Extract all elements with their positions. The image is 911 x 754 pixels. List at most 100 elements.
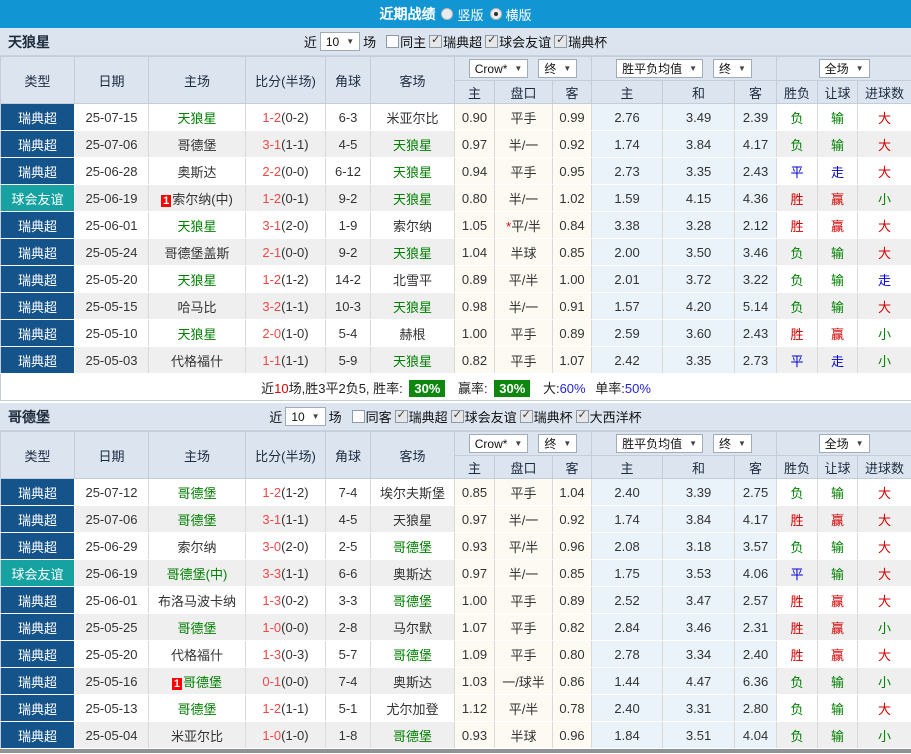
subcol-odds-home: 主 xyxy=(454,455,495,479)
chevron-down-icon: ▼ xyxy=(855,439,864,448)
halftime-score: (0-0) xyxy=(281,244,309,260)
fulltime-score: 0-1 xyxy=(262,673,282,689)
halftime-score: (1-1) xyxy=(281,352,309,368)
checkbox-checked-icon[interactable] xyxy=(394,409,408,423)
home-team-name: 代格福什 xyxy=(170,353,223,369)
mean-draw-cell: 3.50 xyxy=(662,238,736,266)
same-venue-checkbox[interactable]: 同客 xyxy=(351,407,392,426)
rank-badge: 1 xyxy=(161,194,172,207)
fullmatch-select[interactable]: 全场 ▼ xyxy=(818,59,870,78)
home-team-cell: 米亚尔比 xyxy=(148,721,246,749)
checkbox-checked-icon[interactable] xyxy=(450,409,464,423)
away-team-name: 哥德堡 xyxy=(392,539,432,555)
date-cell: 25-06-19 xyxy=(74,184,149,212)
competition-checkbox[interactable]: 球会友谊 xyxy=(450,407,517,426)
handicap-result-cell: 赢 xyxy=(817,211,859,239)
odds-away-cell: 0.89 xyxy=(552,319,593,347)
handicap-result-cell: 输 xyxy=(817,238,859,266)
checkbox-checked-icon[interactable] xyxy=(429,34,443,48)
odds-home-cell: 1.07 xyxy=(454,613,495,641)
corner-cell: 1-8 xyxy=(325,721,371,749)
score-cell: 3-0(2-0) xyxy=(245,532,326,560)
competition-checkbox[interactable]: 瑞典杯 xyxy=(554,32,607,51)
checkbox-checked-icon[interactable] xyxy=(554,34,568,48)
home-team-name: 米亚尔比 xyxy=(170,728,223,744)
games-count-select[interactable]: 10 ▼ xyxy=(285,407,326,426)
competition-cell: 瑞典超 xyxy=(0,586,75,614)
competition-checkbox[interactable]: 球会友谊 xyxy=(485,32,551,51)
odds-away-cell: 0.89 xyxy=(552,586,593,614)
summary-row: 近10场,胜3平2负5, 胜率: 30% 赢率: 30% 大:60% 单率:50… xyxy=(0,373,911,401)
mean-select[interactable]: 胜平负均值 ▼ xyxy=(616,59,704,78)
match-row: 瑞典超 25-06-01 布洛马波卡纳 1-3(0-2) 3-3 哥德堡 1.00 平手 0.8… xyxy=(0,586,911,614)
checkbox-checked-icon[interactable] xyxy=(519,409,533,423)
handicap-cell: 半球 xyxy=(494,238,553,266)
corner-cell: 2-8 xyxy=(325,613,371,641)
score-cell: 3-2(1-1) xyxy=(245,292,326,320)
date-cell: 25-07-06 xyxy=(74,505,149,533)
home-team-cell: 哥德堡 xyxy=(148,505,246,533)
corner-cell: 5-4 xyxy=(325,319,371,347)
goals-result-cell: 大 xyxy=(857,532,911,560)
competition-checkbox[interactable]: 瑞典超 xyxy=(394,407,448,426)
fullmatch-select[interactable]: 全场 ▼ xyxy=(818,434,870,453)
competition-checkbox-label: 瑞典杯 xyxy=(568,35,608,50)
checkbox-icon[interactable] xyxy=(386,35,400,48)
games-count-select[interactable]: 10 ▼ xyxy=(319,32,361,51)
goals-result-cell: 大 xyxy=(857,292,911,320)
same-venue-checkbox[interactable]: 同主 xyxy=(386,32,426,51)
mean-final-select[interactable]: 终 ▼ xyxy=(713,434,752,453)
handicap-result-cell: 输 xyxy=(817,130,859,158)
handicap-cell: 平手 xyxy=(494,319,553,347)
odds-home-cell: 1.03 xyxy=(454,667,495,695)
handicap-result-cell: 走 xyxy=(817,346,859,374)
win-rate-badge: 30% xyxy=(409,379,446,397)
score-cell: 1-0(0-0) xyxy=(245,613,326,641)
away-team-name: 哥德堡 xyxy=(392,728,432,744)
rank-badge: 1 xyxy=(171,677,183,690)
competition-checkbox[interactable]: 大西洋杯 xyxy=(575,407,642,426)
odds-final-select[interactable]: 终 ▼ xyxy=(538,434,578,453)
outcome-result-cell: 胜 xyxy=(776,184,819,212)
odds-away-cell: 1.04 xyxy=(552,478,593,506)
mean-select[interactable]: 胜平负均值 ▼ xyxy=(616,434,704,453)
away-team-cell: 索尔纳 xyxy=(370,211,455,239)
odds-home-cell: 0.80 xyxy=(454,184,495,212)
handicap-result-cell: 走 xyxy=(817,157,859,185)
fullmatch-value: 全场 xyxy=(824,437,849,451)
subcol-handicap-result: 让球 xyxy=(817,80,859,104)
competition-checkbox[interactable]: 瑞典杯 xyxy=(519,407,573,426)
halftime-score: (1-1) xyxy=(281,700,309,716)
odds-company-select[interactable]: Crow* ▼ xyxy=(468,434,529,453)
competition-cell: 瑞典超 xyxy=(0,478,75,506)
games-label: 场 xyxy=(328,410,342,425)
odds-company-select[interactable]: Crow* ▼ xyxy=(468,59,529,78)
handicap-cell: 半/一 xyxy=(494,130,553,158)
match-row: 瑞典超 25-05-24 哥德堡盖斯 2-1(0-0) 9-2 天狼星 1.04 半球 0.85… xyxy=(0,238,911,266)
checkbox-checked-icon[interactable] xyxy=(485,34,499,48)
checkbox-checked-icon[interactable] xyxy=(575,409,589,423)
competition-checkbox[interactable]: 瑞典超 xyxy=(429,32,482,51)
col-home: 主场 xyxy=(148,56,246,104)
checkbox-icon[interactable] xyxy=(351,410,365,423)
radio-unselected-icon[interactable] xyxy=(441,8,454,20)
handicap-rate-label: 赢率: xyxy=(458,380,488,396)
goals-result-cell: 大 xyxy=(857,478,911,506)
odds-home-cell: 0.90 xyxy=(454,103,495,131)
mean-draw-cell: 3.84 xyxy=(662,130,736,158)
home-team-name: 天狼星 xyxy=(177,326,217,342)
radio-selected-icon[interactable] xyxy=(489,8,502,20)
odds-final-select[interactable]: 终 ▼ xyxy=(538,59,578,78)
score-cell: 3-1(1-1) xyxy=(245,130,326,158)
mean-final-select[interactable]: 终 ▼ xyxy=(713,59,752,78)
mean-draw-cell: 3.46 xyxy=(662,613,736,641)
goals-result-cell: 小 xyxy=(857,667,911,695)
star-mark: * xyxy=(506,218,512,234)
layout-radio-vertical[interactable]: 竖版 xyxy=(441,5,484,24)
layout-radio-horizontal[interactable]: 横版 xyxy=(489,5,532,24)
handicap-result-cell: 赢 xyxy=(817,640,859,668)
outcome-result-cell: 负 xyxy=(776,694,819,722)
date-cell: 25-06-29 xyxy=(74,532,149,560)
radio-horizontal-label: 横版 xyxy=(505,7,532,23)
fulltime-score: 1-0 xyxy=(262,619,282,635)
